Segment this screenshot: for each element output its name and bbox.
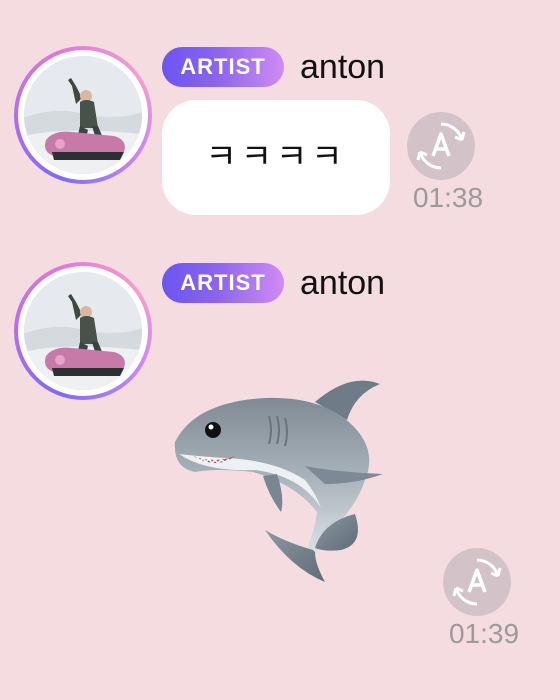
translate-button[interactable] xyxy=(443,548,511,616)
message-time: 01:39 xyxy=(448,618,520,649)
translate-button[interactable] xyxy=(407,112,475,180)
username[interactable]: anton xyxy=(300,263,385,303)
avatar[interactable] xyxy=(14,46,152,184)
message-time: 01:38 xyxy=(412,182,484,213)
avatar[interactable] xyxy=(14,262,152,400)
avatar-photo xyxy=(24,56,142,174)
message-bubble[interactable]: ㅋㅋㅋㅋ xyxy=(162,100,390,215)
username[interactable]: anton xyxy=(300,47,385,87)
translate-icon xyxy=(452,558,502,606)
artist-badge: ARTIST xyxy=(162,47,284,87)
shark-icon xyxy=(174,380,383,582)
avatar-photo xyxy=(24,272,142,390)
artist-badge: ARTIST xyxy=(162,263,284,303)
shark-sticker[interactable] xyxy=(165,372,390,592)
translate-icon xyxy=(416,122,466,170)
